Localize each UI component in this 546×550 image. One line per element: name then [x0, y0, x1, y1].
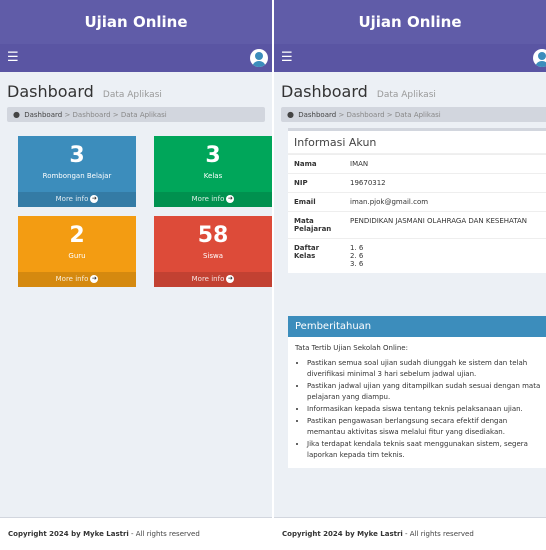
notice-intro: Tata Tertib Ujian Sekolah Online: — [295, 344, 408, 352]
notice-body: Tata Tertib Ujian Sekolah Online: Pastik… — [288, 337, 546, 468]
account-info-box: Informasi Akun Nama IMAN NIP 19670312 Emai… — [288, 128, 546, 273]
footer: Copyright 2024 by Myke Lastri - All righ… — [0, 517, 272, 550]
more-info-link[interactable]: More info ➜ — [154, 192, 272, 207]
stat-value: 3 — [69, 143, 85, 168]
arrow-circle-right-icon: ➜ — [226, 275, 235, 283]
list-item: Pastikan jadwal ujian yang ditampilkan s… — [307, 381, 543, 403]
breadcrumb-item[interactable]: Dashboard — [24, 111, 62, 119]
table-row: NIP 19670312 — [288, 173, 546, 193]
stat-value: 2 — [69, 223, 85, 248]
page-title: Dashboard — [281, 82, 368, 101]
list-item: Jika terdapat kendala teknis saat menggu… — [307, 439, 543, 461]
stat-label: Guru — [68, 252, 86, 260]
notice-title: Pemberitahuan — [288, 316, 546, 337]
stat-box-rombongan-belajar: 3 Rombongan Belajar More info ➜ — [18, 136, 136, 207]
top-navbar: ☰ — [274, 44, 546, 72]
breadcrumb-item[interactable]: Dashboard — [347, 111, 385, 119]
arrow-circle-right-icon: ➜ — [90, 195, 99, 203]
top-navbar: ☰ — [0, 44, 272, 72]
footer-copyright: Copyright 2024 by Myke Lastri — [282, 530, 403, 538]
page-subtitle: Data Aplikasi — [376, 90, 436, 100]
content-header: Dashboard Data Aplikasi ● Dashboard > Da… — [0, 72, 272, 122]
stat-box-siswa: 58 Siswa More info ➜ — [154, 216, 272, 287]
arrow-circle-right-icon: ➜ — [226, 195, 235, 203]
breadcrumb-item[interactable]: Dashboard — [298, 111, 336, 119]
table-row: Nama IMAN — [288, 154, 546, 174]
teacher-dashboard-panel: Ujian Online ☰ Dashboard Data Aplikasi ●… — [274, 0, 546, 550]
stat-value: 58 — [197, 223, 229, 248]
breadcrumb-item[interactable]: Dashboard — [73, 111, 111, 119]
page-title: Dashboard — [7, 82, 94, 101]
breadcrumb: ● Dashboard > Dashboard > Data Aplikasi — [281, 107, 546, 122]
table-row: Daftar Kelas 1. 6 2. 6 3. 6 — [288, 238, 546, 273]
arrow-circle-right-icon: ➜ — [90, 275, 99, 283]
breadcrumb-item: Data Aplikasi — [394, 111, 441, 119]
hamburger-icon[interactable]: ☰ — [281, 50, 293, 66]
more-info-link[interactable]: More info ➜ — [154, 272, 272, 287]
user-circle-icon[interactable] — [533, 49, 546, 67]
stat-value: 3 — [205, 143, 221, 168]
stat-box-guru: 2 Guru More info ➜ — [18, 216, 136, 287]
stats-grid: 3 Rombongan Belajar More info ➜ 3 Kelas M… — [0, 122, 272, 302]
account-info-title: Informasi Akun — [288, 131, 546, 154]
footer-rights: - All rights reserved — [128, 530, 200, 538]
list-item: Pastikan pengawasan berlangsung secara e… — [307, 416, 543, 438]
footer-rights: - All rights reserved — [402, 530, 474, 538]
hamburger-icon[interactable]: ☰ — [7, 50, 19, 66]
breadcrumb: ● Dashboard > Dashboard > Data Aplikasi — [7, 107, 265, 122]
list-item: Pastikan semua soal ujian sudah diunggah… — [307, 358, 543, 380]
more-info-link[interactable]: More info ➜ — [18, 272, 136, 287]
admin-dashboard-panel: Ujian Online ☰ Dashboard Data Aplikasi ●… — [0, 0, 272, 550]
breadcrumb-item: Data Aplikasi — [120, 111, 167, 119]
stat-box-kelas: 3 Kelas More info ➜ — [154, 136, 272, 207]
stat-label: Kelas — [203, 172, 223, 180]
notice-box: Pemberitahuan Tata Tertib Ujian Sekolah … — [288, 316, 546, 468]
page-subtitle: Data Aplikasi — [102, 90, 162, 100]
user-circle-icon[interactable] — [250, 49, 268, 67]
account-info-table: Nama IMAN NIP 19670312 Email iman.pjok@gmai… — [288, 154, 546, 273]
footer-copyright: Copyright 2024 by Myke Lastri — [8, 530, 129, 538]
table-row: Email iman.pjok@gmail.com — [288, 192, 546, 212]
dashboard-icon: ● — [287, 110, 294, 119]
more-info-link[interactable]: More info ➜ — [18, 192, 136, 207]
stat-label: Rombongan Belajar — [42, 172, 112, 180]
notice-list: Pastikan semua soal ujian sudah diunggah… — [295, 358, 543, 461]
footer: Copyright 2024 by Myke Lastri - All righ… — [274, 517, 546, 550]
list-item: Informasikan kepada siswa tentang teknis… — [307, 404, 543, 415]
table-row: Mata Pelajaran PENDIDIKAN JASMANI OLAHRAG… — [288, 211, 546, 239]
content-header: Dashboard Data Aplikasi ● Dashboard > Da… — [274, 72, 546, 122]
dashboard-icon: ● — [13, 110, 20, 119]
app-title: Ujian Online — [274, 0, 546, 44]
app-title: Ujian Online — [0, 0, 272, 44]
stat-label: Siswa — [202, 252, 224, 260]
